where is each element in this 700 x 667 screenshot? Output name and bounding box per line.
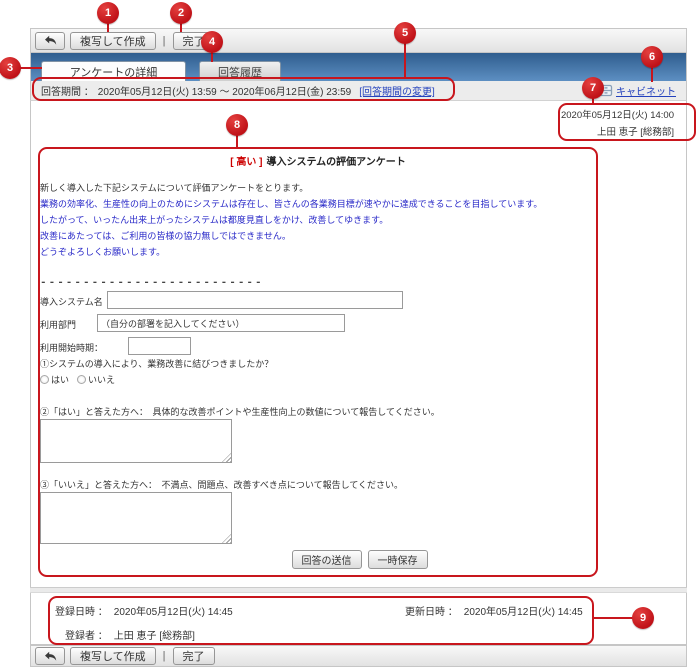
temp-save-button[interactable]: 一時保存 [368,550,428,569]
survey-description: 新しく導入した下記システムについて評価アンケートをとります。 業務の効率化、生産… [40,180,542,260]
tab-answer-history[interactable]: 回答履歴 [199,61,281,81]
toolbar-separator: | [161,650,168,662]
page: 複写して作成 | 完了 アンケートの詳細 回答履歴 回答期間 ： 2020年05… [0,0,700,667]
annotation-number-3: 3 [0,57,21,79]
top-toolbar: 複写して作成 | 完了 [30,28,687,53]
registered-datetime: 登録日時 ： 2020年05月12日(火) 14:45 [55,603,233,618]
back-button[interactable] [35,32,65,50]
survey-title: [ 高い ] 導入システムの評価アンケート [38,153,598,168]
cabinet-icon [599,84,613,97]
annotation-number-1: 1 [97,2,119,24]
tab-bar: アンケートの詳細 回答履歴 [30,53,687,81]
post-meta: 2020年05月12日(火) 14:00 上田 恵子 [総務部] [561,107,674,141]
submit-answer-button[interactable]: 回答の送信 [292,550,362,569]
dashed-divider: -------------------------- [40,277,264,289]
registration-footer: 登録日時 ： 2020年05月12日(火) 14:45 更新日時 ： 2020年05… [30,593,687,645]
department-label: 利用部門 [40,318,76,331]
back-arrow-icon [44,35,57,46]
radio-option-no[interactable]: いいえ [77,373,115,386]
answer-period-bar: 回答期間 ： 2020年05月12日(火) 13:59 ～ 2020年06月12… [30,81,687,101]
registrant-label: 登録者 ： [65,631,108,642]
start-date-input[interactable] [128,337,191,355]
system-name-label: 導入システム名 [40,295,103,308]
done-button-bottom[interactable]: 完了 [173,647,215,665]
bottom-toolbar: 複写して作成 | 完了 [30,645,687,667]
question-3-text: ③「いいえ」と答えた方へ： 不満点、問題点、改善すべき点について報告してください… [40,478,403,491]
updated-value: 2020年05月12日(火) 14:45 [464,607,583,618]
intro-line-blue-3: 改善にあたっては、ご利用の皆様の協力無しではできません。 [40,228,542,244]
annotation-number-2: 2 [170,2,192,24]
question-1-text: ①システムの導入により、業務改善に結びつきましたか？ [40,357,273,370]
done-button[interactable]: 完了 [173,32,215,50]
registered-label: 登録日時 ： [55,607,108,618]
radio-no-label: いいえ [88,373,115,386]
intro-line-black: 新しく導入した下記システムについて評価アンケートをとります。 [40,180,542,196]
post-datetime: 2020年05月12日(火) 14:00 [561,107,674,124]
answer-actions: 回答の送信 一時保存 [31,550,688,569]
question-2-text: ②「はい」と答えた方へ： 具体的な改善ポイントや生産性向上の数値について報告して… [40,405,440,418]
question-1-options: はい いいえ [40,373,115,386]
copy-create-button[interactable]: 複写して作成 [70,32,156,50]
answer-period-label: 回答期間 ： [41,83,94,98]
radio-option-yes[interactable]: はい [40,373,69,386]
intro-line-blue-1: 業務の効率化、生産性の向上のためにシステムは存在し、皆さんの各業務目標が速やかに… [40,196,542,212]
radio-yes-label: はい [51,373,69,386]
radio-yes-icon[interactable] [40,375,49,384]
back-button-bottom[interactable] [35,647,65,665]
cabinet-link[interactable]: キャビネット [616,83,676,98]
toolbar-separator: | [161,35,168,47]
change-period-link[interactable]: [回答期間の変更] [359,83,435,98]
registered-value: 2020年05月12日(火) 14:45 [114,607,233,618]
survey-content: 2020年05月12日(火) 14:00 上田 恵子 [総務部] [ 高い ] 導… [30,101,687,587]
start-date-label: 利用開始時期： [40,341,103,354]
answer-period-value: 2020年05月12日(火) 13:59 ～ 2020年06月12日(金) 23… [98,83,351,98]
system-name-input[interactable] [107,291,403,309]
priority-badge: [ 高い ] [230,157,262,168]
updated-datetime: 更新日時 ： 2020年05月12日(火) 14:45 [405,603,583,618]
registrant-value: 上田 恵子 [総務部] [114,631,195,642]
survey-app-window: 複写して作成 | 完了 アンケートの詳細 回答履歴 回答期間 ： 2020年05… [30,28,687,667]
registrant: 登録者 ： 上田 恵子 [総務部] [65,627,195,642]
post-author: 上田 恵子 [総務部] [561,124,674,141]
copy-create-button-bottom[interactable]: 複写して作成 [70,647,156,665]
department-input[interactable] [97,314,345,332]
tab-survey-detail[interactable]: アンケートの詳細 [41,61,186,81]
question-3-textarea[interactable] [40,492,232,544]
question-2-textarea[interactable] [40,419,232,463]
back-arrow-icon [44,651,57,662]
intro-line-blue-2: したがって、いったん出来上がったシステムは都度見直しをかけ、改善してゆきます。 [40,212,542,228]
survey-title-text: 導入システムの評価アンケート [266,157,405,168]
updated-label: 更新日時 ： [405,607,458,618]
intro-line-blue-4: どうぞよろしくお願いします。 [40,244,542,260]
radio-no-icon[interactable] [77,375,86,384]
